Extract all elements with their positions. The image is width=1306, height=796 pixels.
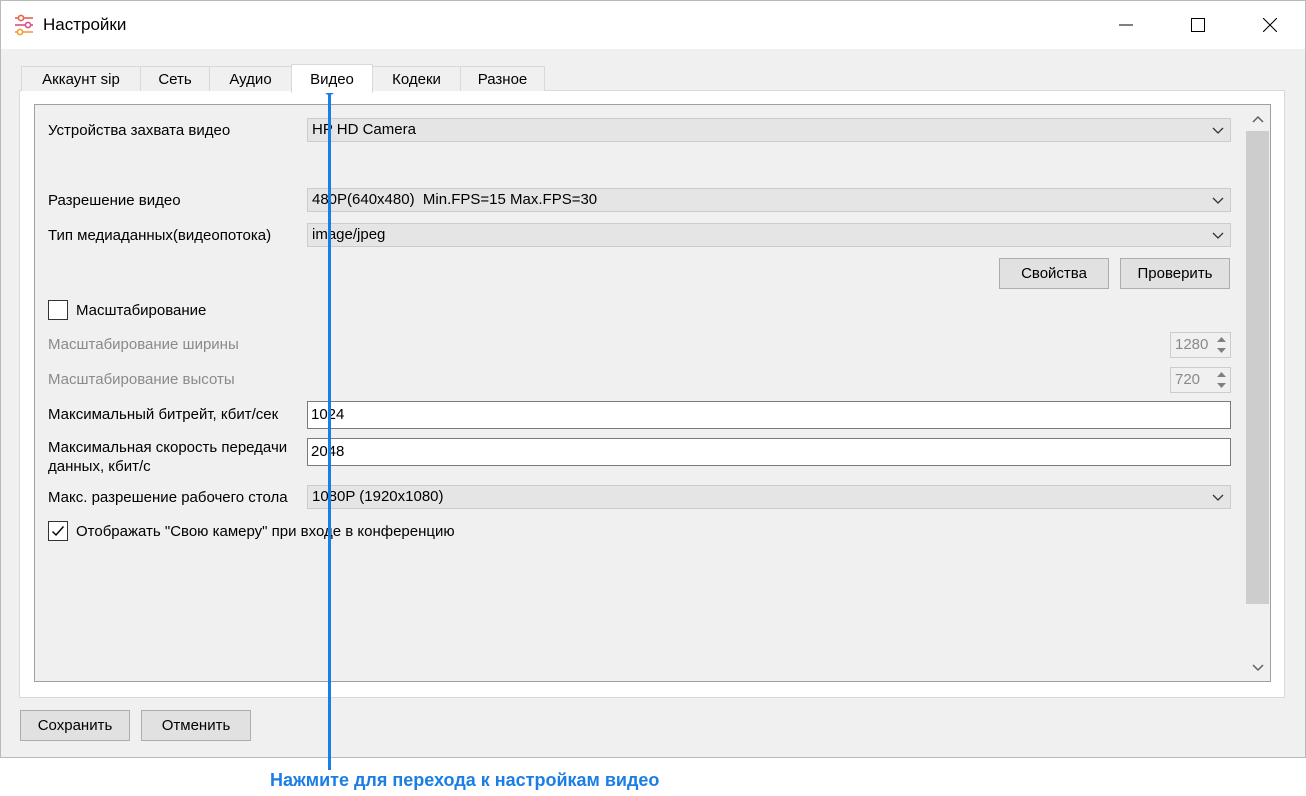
capture-device-select[interactable]: HP HD Camera <box>307 118 1231 142</box>
max-rate-label-line1: Максимальная скорость передачи <box>48 439 288 456</box>
media-type-label: Тип медиаданных(видеопотока) <box>48 227 272 244</box>
cancel-button[interactable]: Отменить <box>141 710 251 741</box>
max-bitrate-input[interactable]: 1024 <box>307 401 1231 429</box>
resolution-label: Разрешение видео <box>48 192 181 209</box>
close-button[interactable] <box>1247 1 1293 49</box>
tab-misc[interactable]: Разное <box>460 66 545 91</box>
scroll-thumb[interactable] <box>1246 131 1269 604</box>
chevron-down-icon <box>1212 197 1224 204</box>
show-own-camera-checkbox[interactable] <box>48 521 68 541</box>
properties-button[interactable]: Свойства <box>999 258 1109 289</box>
chevron-down-icon <box>1212 232 1224 239</box>
close-icon <box>1263 18 1277 32</box>
scale-height-spinbox[interactable]: 720 <box>1170 367 1231 393</box>
chevron-up-icon <box>1251 115 1264 123</box>
scale-height-value: 720 <box>1175 371 1201 388</box>
tab-codecs[interactable]: Кодеки <box>372 66 461 91</box>
maximize-icon <box>1191 18 1205 32</box>
max-rate-label-line2: данных, кбит/с <box>48 458 151 475</box>
scroll-down-button[interactable] <box>1245 655 1270 681</box>
scaling-checkbox[interactable] <box>48 300 68 320</box>
max-bitrate-label: Максимальный битрейт, кбит/сек <box>48 406 279 423</box>
title-bar[interactable]: Настройки <box>1 1 1305 49</box>
chevron-down-icon <box>1212 127 1224 134</box>
media-type-value: image/jpeg <box>312 226 386 243</box>
max-rate-input[interactable]: 2048 <box>307 438 1231 466</box>
spin-arrows-icon <box>1217 372 1226 388</box>
media-type-select[interactable]: image/jpeg <box>307 223 1231 247</box>
tab-network[interactable]: Сеть <box>140 66 210 91</box>
tab-account-sip[interactable]: Аккаунт sip <box>21 66 141 91</box>
settings-window: Настройки Аккаунт sip Сеть Аудио Видео К… <box>0 0 1306 758</box>
scroll-up-button[interactable] <box>1245 106 1270 132</box>
spin-arrows-icon <box>1217 337 1226 353</box>
scaling-label: Масштабирование <box>76 302 207 319</box>
tab-video[interactable]: Видео <box>291 64 373 93</box>
tab-audio[interactable]: Аудио <box>209 66 292 91</box>
window-title: Настройки <box>43 15 127 34</box>
resolution-value: 480P(640x480) Min.FPS=15 Max.FPS=30 <box>312 191 598 208</box>
show-own-camera-label: Отображать "Свою камеру" при входе в кон… <box>76 523 455 540</box>
resolution-select[interactable]: 480P(640x480) Min.FPS=15 Max.FPS=30 <box>307 188 1231 212</box>
desktop-resolution-label: Макс. разрешение рабочего стола <box>48 489 288 506</box>
annotation-pointer-line <box>328 88 331 770</box>
desktop-resolution-value: 1080P (1920x1080) <box>312 488 444 505</box>
minimize-icon <box>1119 24 1133 26</box>
scale-width-value: 1280 <box>1175 336 1209 353</box>
annotation-caption: Нажмите для перехода к настройкам видео <box>270 770 660 790</box>
checkmark-icon <box>52 526 65 537</box>
check-button[interactable]: Проверить <box>1120 258 1230 289</box>
desktop-resolution-select[interactable]: 1080P (1920x1080) <box>307 485 1231 509</box>
maximize-button[interactable] <box>1175 1 1221 49</box>
chevron-down-icon <box>1251 664 1264 672</box>
scale-width-spinbox[interactable]: 1280 <box>1170 332 1231 358</box>
capture-device-label: Устройства захвата видео <box>48 122 231 139</box>
app-settings-icon <box>15 14 33 36</box>
save-button[interactable]: Сохранить <box>20 710 130 741</box>
scale-height-label: Масштабирование высоты <box>48 371 235 388</box>
scale-width-label: Масштабирование ширины <box>48 336 239 353</box>
chevron-down-icon <box>1212 494 1224 501</box>
minimize-button[interactable] <box>1103 1 1149 49</box>
